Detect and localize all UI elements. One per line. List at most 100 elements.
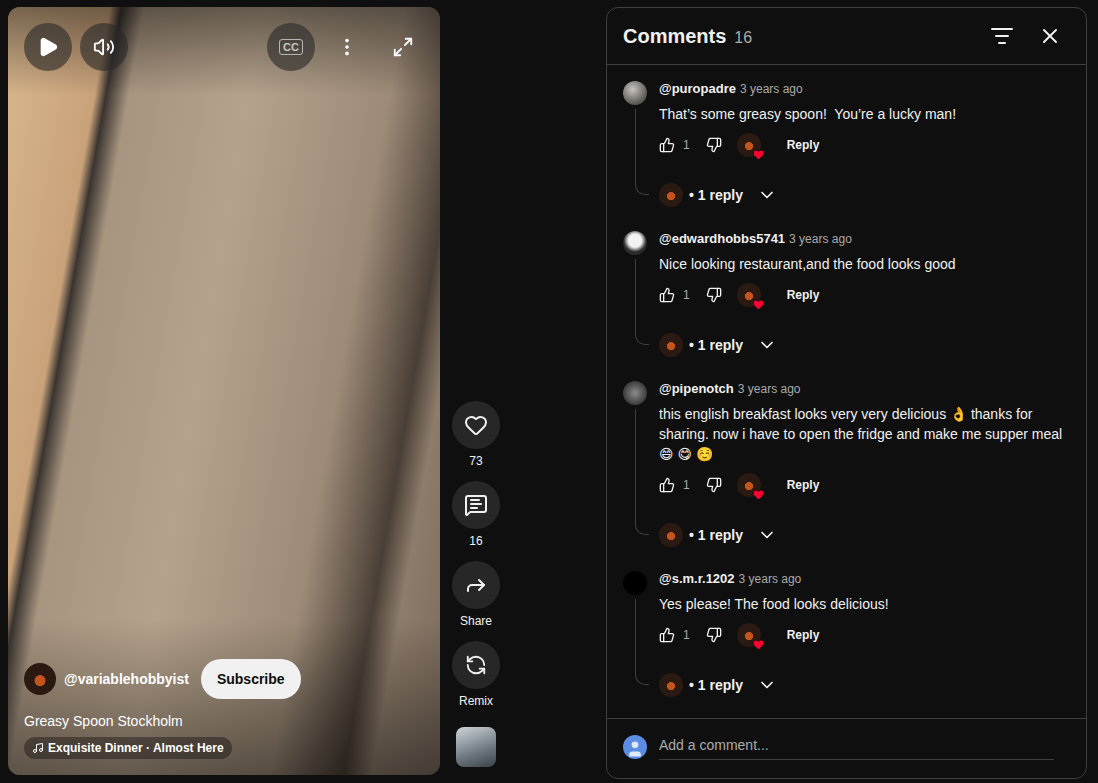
like-button[interactable]	[651, 279, 683, 311]
thumbs-down-icon	[706, 137, 722, 153]
replies-toggle[interactable]: • 1 reply	[659, 325, 777, 365]
share-icon	[464, 573, 488, 597]
comment-author[interactable]: @s.m.r.1202	[659, 571, 735, 586]
more-icon	[336, 36, 358, 58]
comment-author[interactable]: @pipenotch	[659, 381, 734, 396]
comment-meta: @s.m.r.1202 3 years ago	[659, 571, 1070, 589]
comment-text: That’s some greasy spoon! You’re a lucky…	[659, 104, 1070, 124]
fullscreen-button[interactable]	[379, 23, 427, 71]
heart-badge	[751, 297, 766, 312]
reply-button[interactable]: Reply	[771, 469, 836, 501]
close-icon	[1038, 24, 1062, 48]
comment-input[interactable]	[659, 733, 1054, 760]
replies-toggle[interactable]: • 1 reply	[659, 175, 777, 215]
comment-author[interactable]: @puropadre	[659, 81, 736, 96]
music-pill[interactable]: Exquisite Dinner · Almost Here	[24, 737, 232, 759]
comment-list: @puropadre 3 years ago That’s some greasy …	[607, 65, 1086, 718]
reply-button[interactable]: Reply	[771, 619, 836, 651]
user-avatar[interactable]	[623, 381, 647, 405]
like-count: 1	[683, 628, 690, 642]
comment-body: @s.m.r.1202 3 years ago Yes please! The fo…	[659, 571, 1070, 705]
thumbs-down-icon	[706, 477, 722, 493]
comment-side	[623, 81, 647, 215]
subscribe-button[interactable]: Subscribe	[201, 659, 301, 699]
sort-button[interactable]	[982, 16, 1022, 56]
comment-body: @pipenotch3 years agothis english breakf…	[659, 381, 1070, 555]
more-button[interactable]	[323, 23, 371, 71]
remix-button[interactable]	[452, 641, 500, 689]
thumbs-up-icon	[659, 287, 675, 303]
comment-time[interactable]: 3 years ago	[740, 82, 803, 96]
heart-icon	[752, 148, 765, 161]
dislike-button[interactable]	[698, 469, 730, 501]
comment-time[interactable]: 3 years ago	[738, 382, 801, 396]
video-title: Greasy Spoon Stockholm	[24, 707, 424, 729]
comment-text: Nice looking restaurant,and the food loo…	[659, 254, 1070, 274]
fullscreen-icon	[392, 36, 414, 58]
close-button[interactable]	[1030, 16, 1070, 56]
dislike-button[interactable]	[698, 129, 730, 161]
creator-heart	[737, 473, 761, 497]
share-button[interactable]	[452, 561, 500, 609]
comment-actions: 1Reply	[659, 469, 1070, 501]
volume-icon	[93, 36, 115, 58]
action-label: 73	[469, 453, 482, 469]
user-avatar[interactable]	[623, 81, 647, 105]
captions-button[interactable]: CC	[267, 23, 315, 71]
thread-line	[635, 409, 649, 535]
thumbs-up-icon	[659, 477, 675, 493]
comment-author[interactable]: @edwardhobbs5741	[659, 231, 785, 246]
comment-time[interactable]: 3 years ago	[789, 232, 852, 246]
like-button[interactable]	[651, 469, 683, 501]
comment: @puropadre 3 years ago That’s some greasy …	[623, 81, 1070, 215]
comment-text: Yes please! The food looks delicious!	[659, 594, 1070, 614]
action-item: 73	[452, 401, 500, 469]
comment: @edwardhobbs5741 3 years ago Nice looking …	[623, 231, 1070, 365]
heart-badge	[751, 637, 766, 652]
play-button[interactable]	[24, 23, 72, 71]
like-button[interactable]	[651, 129, 683, 161]
comments-title: Comments	[623, 25, 726, 48]
channel-row: @variablehobbyist Subscribe	[24, 659, 424, 699]
creator-heart	[737, 133, 761, 157]
comment-time[interactable]: 3 years ago	[739, 572, 802, 586]
user-avatar[interactable]	[623, 231, 647, 255]
play-icon	[37, 36, 59, 58]
channel-avatar[interactable]	[24, 663, 56, 695]
comment-icon	[464, 493, 488, 517]
thread-line	[635, 599, 649, 685]
thumbs-down-icon	[706, 627, 722, 643]
volume-button[interactable]	[80, 23, 128, 71]
replies-toggle[interactable]: • 1 reply	[659, 665, 777, 705]
comments-count: 16	[734, 29, 982, 47]
chevron-down-icon	[757, 185, 777, 205]
comment-composer	[607, 718, 1086, 778]
reply-button[interactable]: Reply	[771, 129, 836, 161]
action-label: Remix	[459, 693, 493, 709]
comment-side	[623, 571, 647, 705]
thread-line	[635, 259, 649, 345]
dislike-button[interactable]	[698, 619, 730, 651]
chevron-down-icon	[757, 675, 777, 695]
dislike-button[interactable]	[698, 279, 730, 311]
comment-button[interactable]	[452, 481, 500, 529]
page: CC @variablehobbyist Subscribe Greasy Spoon…	[0, 0, 1098, 783]
like-button[interactable]	[651, 619, 683, 651]
replies-label: • 1 reply	[689, 527, 743, 543]
action-column: 7316ShareRemix	[452, 401, 500, 767]
like-button[interactable]	[452, 401, 500, 449]
sound-thumbnail[interactable]	[456, 727, 496, 767]
right-controls: CC	[267, 23, 427, 71]
heart-icon	[752, 488, 765, 501]
captions-label: CC	[279, 39, 303, 55]
replies-toggle[interactable]: • 1 reply	[659, 515, 777, 555]
person-icon	[625, 739, 645, 759]
user-avatar[interactable]	[623, 571, 647, 595]
replies-label: • 1 reply	[689, 677, 743, 693]
creator-heart	[737, 623, 761, 647]
remix-icon	[465, 654, 487, 676]
channel-handle[interactable]: @variablehobbyist	[64, 671, 189, 687]
video-player[interactable]: CC @variablehobbyist Subscribe Greasy Spoon…	[8, 7, 440, 775]
reply-button[interactable]: Reply	[771, 279, 836, 311]
comment-side	[623, 381, 647, 555]
